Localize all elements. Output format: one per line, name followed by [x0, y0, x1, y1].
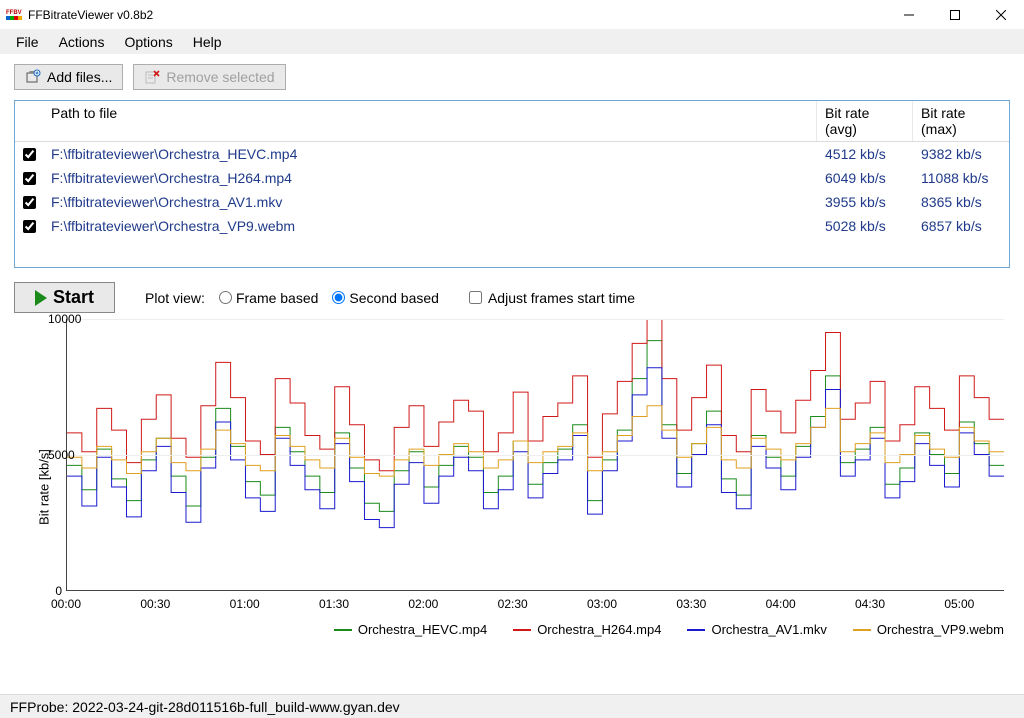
xtick: 03:00	[587, 597, 617, 611]
chart: Bit rate [kb/s] Orchestra_HEVC.mp4Orches…	[14, 319, 1010, 655]
window-title: FFBitrateViewer v0.8b2	[28, 8, 153, 22]
app-icon: FFBV	[6, 7, 22, 23]
legend-item[interactable]: Orchestra_HEVC.mp4	[334, 622, 487, 637]
start-label: Start	[53, 287, 94, 308]
menu-help[interactable]: Help	[183, 30, 232, 54]
row-check[interactable]	[15, 218, 43, 235]
table-row[interactable]: F:\ffbitrateviewer\Orchestra_VP9.webm502…	[15, 214, 1009, 238]
row-check[interactable]	[15, 194, 43, 211]
row-max: 6857 kb/s	[913, 216, 1009, 236]
legend-item[interactable]: Orchestra_AV1.mkv	[687, 622, 826, 637]
xtick: 01:30	[319, 597, 349, 611]
row-avg: 4512 kb/s	[817, 144, 913, 164]
adjust-frames-checkbox[interactable]: Adjust frames start time	[469, 290, 635, 306]
menu-file[interactable]: File	[6, 30, 49, 54]
row-check[interactable]	[15, 146, 43, 163]
row-path[interactable]: F:\ffbitrateviewer\Orchestra_AV1.mkv	[43, 192, 817, 212]
remove-selected-button[interactable]: Remove selected	[133, 64, 285, 90]
start-button[interactable]: Start	[14, 282, 115, 313]
titlebar: FFBV FFBitrateViewer v0.8b2	[0, 0, 1024, 30]
radio-frame-based[interactable]: Frame based	[219, 290, 318, 306]
xtick: 01:00	[230, 597, 260, 611]
row-check[interactable]	[15, 170, 43, 187]
play-icon	[35, 290, 47, 306]
adjust-frames-input[interactable]	[469, 291, 482, 304]
minimize-button[interactable]	[886, 0, 932, 30]
ytick: 0	[48, 584, 62, 598]
file-table: Path to file Bit rate (avg) Bit rate (ma…	[14, 100, 1010, 268]
menubar: File Actions Options Help	[0, 30, 1024, 54]
chart-plot-area[interactable]	[66, 319, 1004, 591]
menu-actions[interactable]: Actions	[49, 30, 115, 54]
xtick: 04:00	[766, 597, 796, 611]
add-files-icon	[25, 69, 41, 85]
radio-frame-input[interactable]	[219, 291, 232, 304]
status-text: FFProbe: 2022-03-24-git-28d011516b-full_…	[10, 699, 400, 715]
ytick: 5000	[48, 448, 62, 462]
col-check	[15, 101, 43, 141]
row-max: 8365 kb/s	[913, 192, 1009, 212]
row-avg: 5028 kb/s	[817, 216, 913, 236]
xtick: 03:30	[676, 597, 706, 611]
radio-second-based[interactable]: Second based	[332, 290, 439, 306]
xtick: 00:00	[51, 597, 81, 611]
remove-selected-icon	[144, 69, 160, 85]
remove-selected-label: Remove selected	[166, 69, 274, 85]
row-max: 9382 kb/s	[913, 144, 1009, 164]
col-max[interactable]: Bit rate (max)	[913, 101, 1009, 141]
add-files-label: Add files...	[47, 69, 112, 85]
controls-row: Start Plot view: Frame based Second base…	[14, 282, 1010, 313]
xtick: 02:30	[498, 597, 528, 611]
legend-item[interactable]: Orchestra_VP9.webm	[853, 622, 1004, 637]
row-path[interactable]: F:\ffbitrateviewer\Orchestra_HEVC.mp4	[43, 144, 817, 164]
radio-second-input[interactable]	[332, 291, 345, 304]
xtick: 00:30	[140, 597, 170, 611]
row-path[interactable]: F:\ffbitrateviewer\Orchestra_H264.mp4	[43, 168, 817, 188]
col-avg[interactable]: Bit rate (avg)	[817, 101, 913, 141]
xtick: 05:00	[944, 597, 974, 611]
menu-options[interactable]: Options	[114, 30, 182, 54]
table-row[interactable]: F:\ffbitrateviewer\Orchestra_AV1.mkv3955…	[15, 190, 1009, 214]
add-files-button[interactable]: Add files...	[14, 64, 123, 90]
table-row[interactable]: F:\ffbitrateviewer\Orchestra_H264.mp4604…	[15, 166, 1009, 190]
row-avg: 6049 kb/s	[817, 168, 913, 188]
xtick: 02:00	[408, 597, 438, 611]
xtick: 04:30	[855, 597, 885, 611]
table-row[interactable]: F:\ffbitrateviewer\Orchestra_HEVC.mp4451…	[15, 142, 1009, 166]
toolbar: Add files... Remove selected	[14, 64, 1010, 90]
legend-item[interactable]: Orchestra_H264.mp4	[513, 622, 661, 637]
plot-view-label: Plot view:	[145, 290, 205, 306]
maximize-button[interactable]	[932, 0, 978, 30]
col-path[interactable]: Path to file	[43, 101, 817, 141]
ytick: 10000	[48, 312, 62, 326]
row-path[interactable]: F:\ffbitrateviewer\Orchestra_VP9.webm	[43, 216, 817, 236]
row-avg: 3955 kb/s	[817, 192, 913, 212]
chart-legend: Orchestra_HEVC.mp4 Orchestra_H264.mp4 Orch…	[334, 622, 1004, 637]
statusbar: FFProbe: 2022-03-24-git-28d011516b-full_…	[0, 694, 1024, 718]
close-button[interactable]	[978, 0, 1024, 30]
row-max: 11088 kb/s	[913, 168, 1009, 188]
